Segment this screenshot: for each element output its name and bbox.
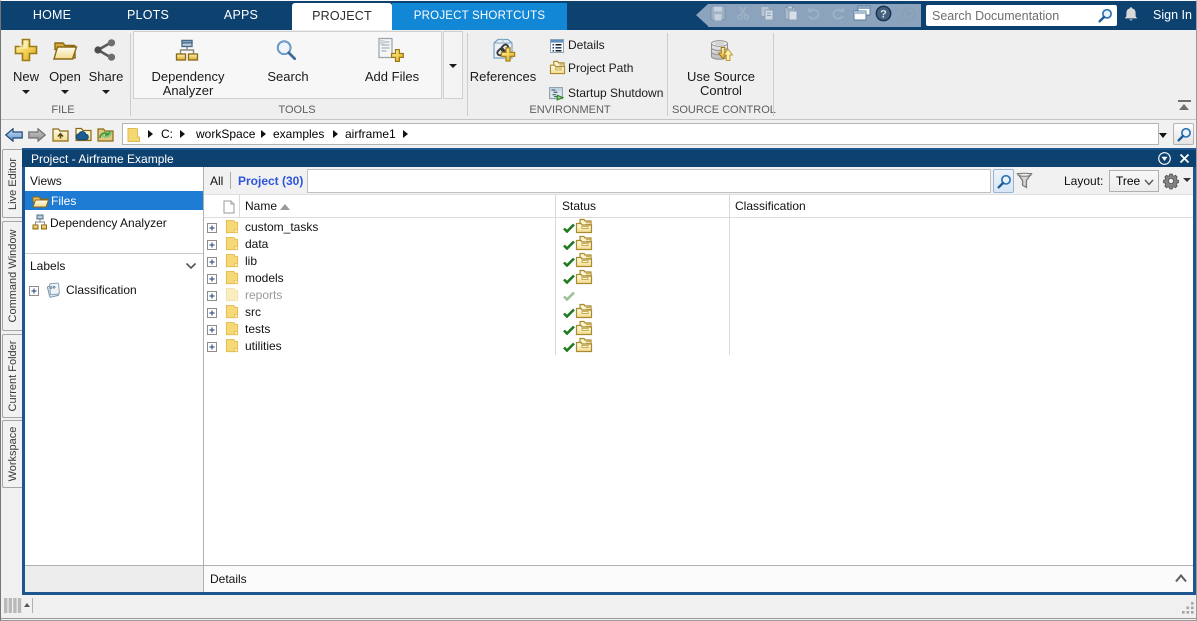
svg-text:?: ? [880,8,887,20]
